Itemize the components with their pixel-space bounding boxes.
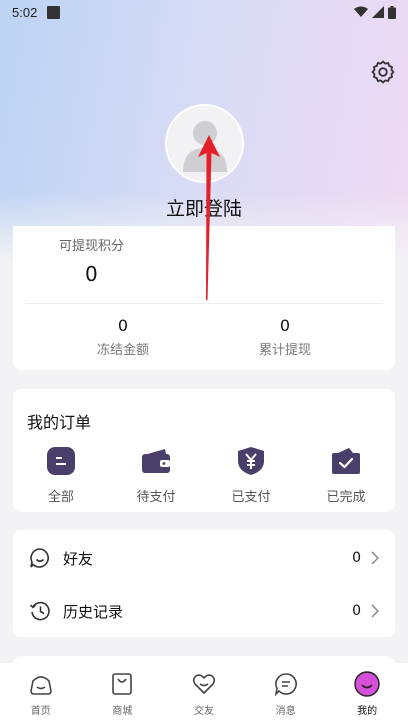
withdrawable-points-label: 可提现积分 <box>59 239 125 254</box>
chevron-right-icon <box>371 604 379 618</box>
chevron-right-icon <box>371 551 379 565</box>
wifi-icon <box>354 6 368 17</box>
tab-messages[interactable]: 消息 <box>245 663 327 725</box>
history-row[interactable]: 历史记录 0 <box>13 585 395 637</box>
status-bar: 5:02 <box>0 0 408 24</box>
tab-home-label: 首页 <box>30 706 51 717</box>
history-count: 0 <box>352 603 361 619</box>
signal-icon <box>372 6 384 18</box>
bottom-tab-bar: 首页 商城 交友 消息 我的 <box>0 663 408 725</box>
status-icons <box>354 5 396 19</box>
tab-messages-label: 消息 <box>275 706 296 717</box>
annotation-arrow <box>198 135 220 300</box>
shop-bag-icon <box>112 673 133 695</box>
check-box-icon <box>332 448 360 474</box>
smile-chat-icon <box>30 548 49 568</box>
tab-dating-label: 交友 <box>193 706 214 717</box>
my-orders-card: 我的订单 全部 待支付 已支付 已完成 <box>13 389 395 512</box>
settings-gear-icon[interactable] <box>370 59 396 85</box>
friends-row[interactable]: 好友 0 <box>13 532 395 584</box>
history-label: 历史记录 <box>63 602 124 621</box>
menu-list-card: 好友 0 历史记录 0 <box>13 530 395 637</box>
order-completed-button[interactable]: 已完成 <box>311 446 381 505</box>
order-pending-payment-label: 待支付 <box>136 490 176 505</box>
history-clock-icon <box>29 601 50 621</box>
tab-mine[interactable]: 我的 <box>326 663 408 725</box>
chat-icon <box>274 673 297 697</box>
order-all-label: 全部 <box>47 490 74 505</box>
tab-mine-label: 我的 <box>357 706 378 717</box>
heart-icon <box>192 674 216 694</box>
status-time: 5:02 <box>12 4 38 20</box>
tab-shop[interactable]: 商城 <box>82 663 164 725</box>
divider <box>25 303 383 304</box>
all-orders-icon <box>47 447 75 475</box>
friends-count: 0 <box>352 550 361 566</box>
total-withdrawn-stat[interactable]: 0 累计提现 <box>215 316 355 358</box>
order-paid-button[interactable]: 已支付 <box>216 446 286 505</box>
home-icon <box>29 676 52 695</box>
order-paid-label: 已支付 <box>231 490 271 505</box>
order-pending-payment-button[interactable]: 待支付 <box>121 446 191 505</box>
battery-icon <box>388 5 396 19</box>
notification-icon <box>47 5 61 19</box>
smile-avatar-icon <box>354 671 380 697</box>
wallet-icon <box>142 449 170 473</box>
tab-shop-label: 商城 <box>112 706 133 717</box>
order-all-button[interactable]: 全部 <box>26 446 96 505</box>
tab-dating[interactable]: 交友 <box>163 663 245 725</box>
order-completed-label: 已完成 <box>326 490 366 505</box>
frozen-amount-label: 冻结金额 <box>96 343 149 358</box>
withdrawable-points-value: 0 <box>85 262 98 286</box>
total-withdrawn-label: 累计提现 <box>258 343 311 358</box>
total-withdrawn-value: 0 <box>279 316 291 335</box>
tab-home[interactable]: 首页 <box>0 663 82 725</box>
friends-label: 好友 <box>63 549 94 568</box>
my-orders-title: 我的订单 <box>27 413 92 432</box>
frozen-amount-value: 0 <box>117 316 129 335</box>
yuan-shield-icon <box>238 447 264 475</box>
frozen-amount-stat[interactable]: 0 冻结金额 <box>53 316 193 358</box>
